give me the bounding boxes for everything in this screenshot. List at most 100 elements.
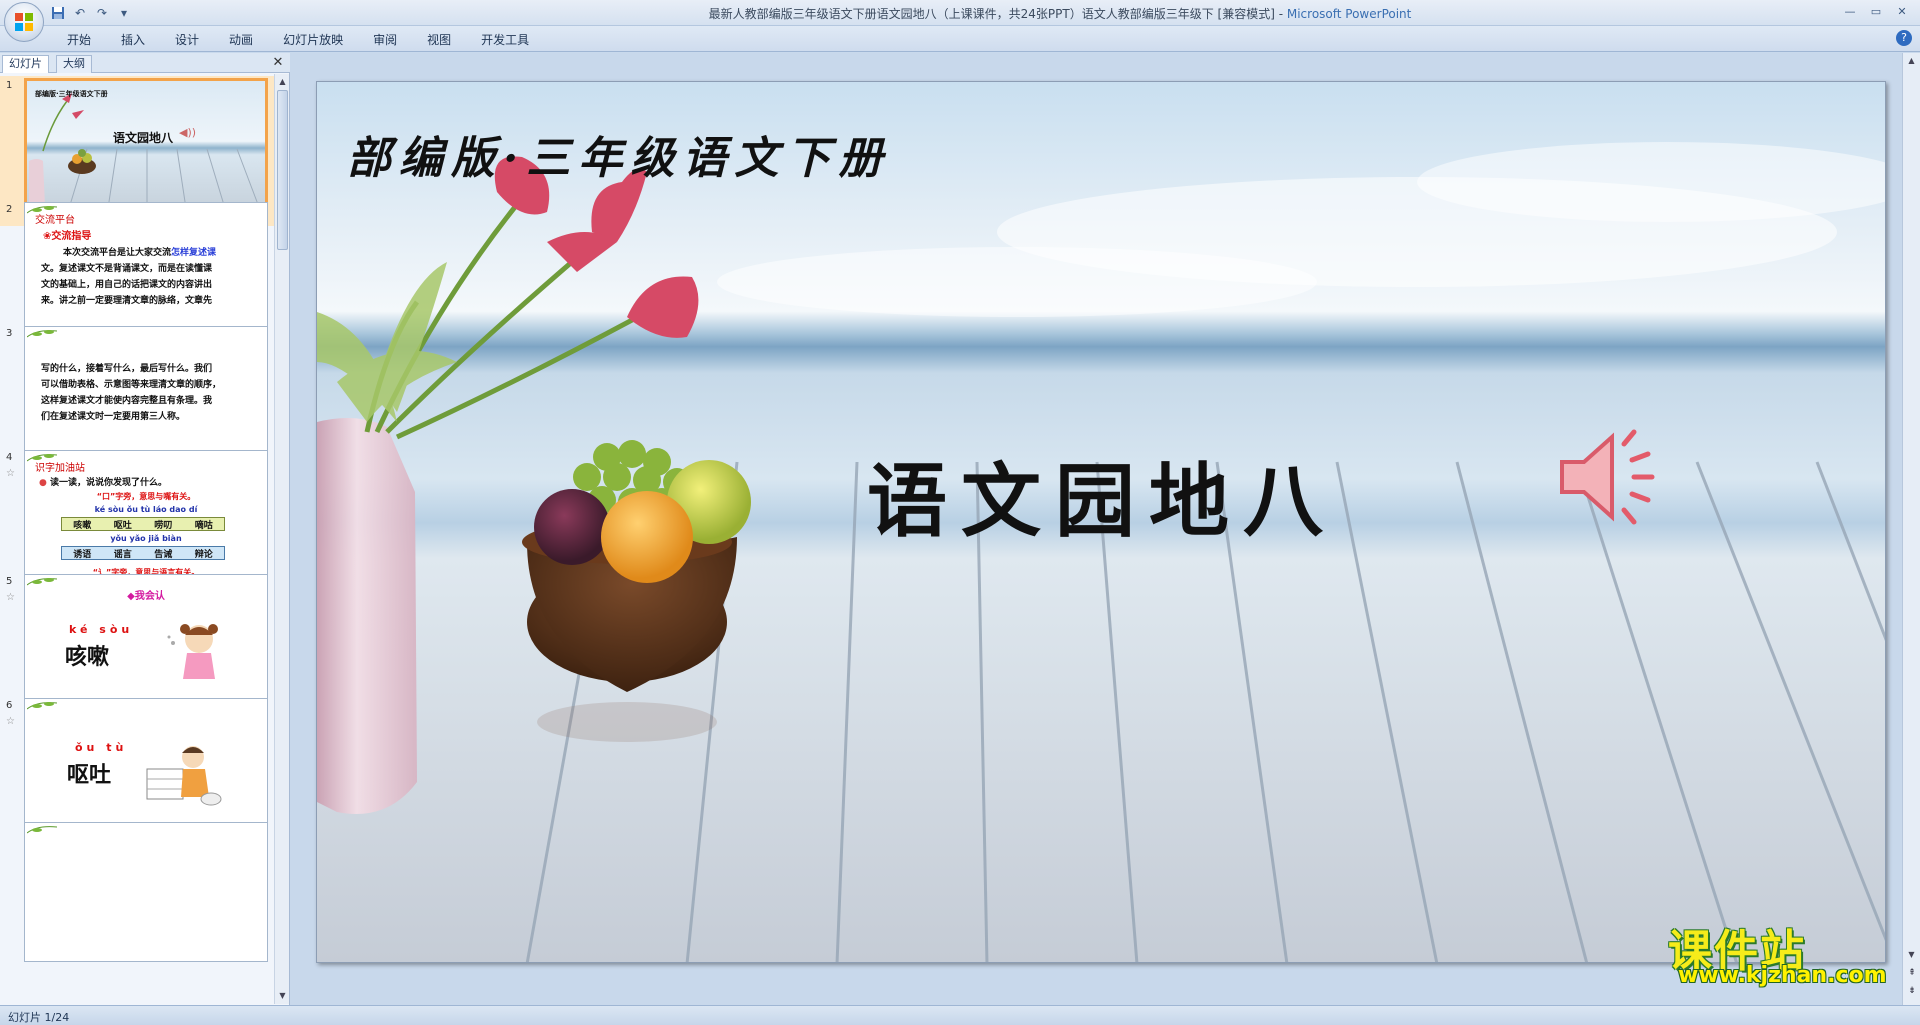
thumbnail-subheading: ❀交流指导 [43, 231, 92, 242]
tab-review[interactable]: 审阅 [358, 30, 412, 50]
child-illustration [146, 746, 222, 806]
close-icon[interactable]: ✕ [1890, 2, 1914, 20]
thumbnail-image [27, 81, 265, 215]
intro-text: 读一读，说说你发现了什么。 [50, 478, 168, 488]
slide-title[interactable]: 语文园地八 [867, 437, 1337, 553]
paragraph-line: 写的什么，接着写什么，最后写什么。我们 [41, 364, 213, 374]
tab-outline[interactable]: 大纲 [56, 55, 92, 73]
paragraph-line: 来。讲之前一定要理清文章的脉络，文章先 [41, 296, 213, 306]
slide-number: 3 [6, 328, 13, 339]
slide-number: 6 [6, 700, 13, 711]
app-name: Microsoft PowerPoint [1286, 7, 1412, 21]
slide-counter: 幻灯片 1/24 [8, 1011, 70, 1024]
word: 呕吐 [113, 521, 132, 531]
redo-icon[interactable]: ↷ [94, 5, 110, 21]
scroll-down-icon[interactable]: ▼ [277, 990, 288, 1002]
tab-slides[interactable]: 幻灯片 [2, 55, 49, 73]
girl-illustration [167, 624, 218, 679]
thumbnail-note: “口”字旁，意思与嘴有关。 [96, 492, 196, 501]
quick-access-toolbar: ↶ ↷ ▾ [50, 4, 132, 22]
thumbnail-intro: ● 读一读，说说你发现了什么。 [39, 475, 167, 488]
ribbon: 开始 插入 设计 动画 幻灯片放映 审阅 视图 开发工具 ? [0, 26, 1920, 52]
word: 唠叨 [154, 521, 173, 531]
tab-slideshow[interactable]: 幻灯片放映 [268, 30, 358, 50]
animation-star-icon: ☆ [6, 592, 15, 603]
scroll-up-icon[interactable]: ▲ [277, 76, 288, 88]
thumbnail-header: ◆我会认 [127, 591, 165, 602]
tab-design[interactable]: 设计 [160, 30, 214, 50]
scroll-thumb[interactable] [277, 90, 288, 250]
word: 嘀咕 [194, 521, 213, 531]
leaf-decoration-icon [27, 578, 57, 586]
thumbnail-preview: 识字加油站 ● 读一读，说说你发现了什么。 “口”字旁，意思与嘴有关。 ké s… [24, 450, 268, 590]
thumbnail-preview: 部编版·三年级语文下册 语文园地八 ◀)) [24, 78, 268, 218]
tab-view[interactable]: 视图 [412, 30, 466, 50]
thumbnail-pinyin: ké sòu ǒu tù láo dao dí [94, 505, 198, 514]
minimize-icon[interactable]: — [1838, 2, 1862, 20]
leaf-decoration-icon [27, 330, 57, 338]
slide-scrollbar[interactable]: ▲ ▼ ⇞ ⇟ [1902, 53, 1920, 1005]
slide-header-text[interactable]: 部编版·三年级语文下册 [347, 122, 890, 186]
paragraph-line: 本次交流平台是让大家交流怎样复述课 [63, 248, 217, 258]
paragraph-line: 们在复述课文时一定要用第三人称。 [41, 412, 186, 422]
animation-star-icon: ☆ [6, 716, 15, 727]
watermark-url: www.kjzhan.com [1678, 963, 1887, 988]
word: 告诫 [154, 550, 173, 560]
thumbnail-pinyin: ké sòu [69, 623, 134, 636]
next-slide-icon[interactable]: ⇟ [1906, 985, 1918, 997]
thumbnail-pinyin: ǒu tù [75, 741, 128, 754]
thumbnail-scrollbar[interactable]: ▲ ▼ [274, 74, 289, 1004]
window-title: 最新人教部编版三年级语文下册语文园地八（上课课件，共24张PPT）语文人教部编版… [400, 5, 1720, 22]
word: 谣言 [113, 550, 132, 560]
office-logo-icon [15, 13, 33, 31]
thumbnail-word: 呕吐 [67, 763, 112, 788]
tab-insert[interactable]: 插入 [106, 30, 160, 50]
thumbnail-paragraph: 本次交流平台是让大家交流怎样复述课 文。复述课文不是背诵课文，而是在读懂课 文的… [41, 245, 255, 309]
highlighted-phrase: 怎样复述课 [171, 248, 217, 258]
thumbnail-preview: 交流平台 ❀交流指导 本次交流平台是让大家交流怎样复述课 文。复述课文不是背诵课… [24, 202, 268, 342]
animation-star-icon: ☆ [6, 468, 15, 479]
thumbnail-preview: ǒu tù 呕吐 [24, 698, 268, 838]
word-box: 咳嗽 呕吐 唠叨 嘀咕 [61, 517, 225, 531]
scroll-down-icon[interactable]: ▼ [1906, 949, 1917, 961]
ribbon-tabs: 开始 插入 设计 动画 幻灯片放映 审阅 视图 开发工具 [52, 30, 544, 50]
slide-editing-area: 部编版·三年级语文下册 语文园地八 ▲ ▼ ⇞ ⇟ 课件站 www.kjzhan… [290, 53, 1920, 1005]
slide-thumbnail-7[interactable] [0, 820, 274, 970]
window-controls: — ▭ ✕ [1838, 2, 1914, 20]
thumbnail-preview: 写的什么，接着写什么，最后写什么。我们 可以借助表格、示意图等来理清文章的顺序，… [24, 326, 268, 466]
tab-developer[interactable]: 开发工具 [466, 30, 544, 50]
thumbnail-pinyin: yǒu yǎo jiǎ biàn [110, 534, 182, 543]
previous-slide-icon[interactable]: ⇞ [1906, 967, 1918, 979]
slide-number: 4 [6, 452, 13, 463]
maximize-icon[interactable]: ▭ [1864, 2, 1888, 20]
word: 咳嗽 [73, 521, 92, 531]
office-button[interactable] [4, 2, 44, 42]
tab-animations[interactable]: 动画 [214, 30, 268, 50]
speaker-icon[interactable] [1552, 422, 1662, 532]
close-icon[interactable]: ✕ [270, 55, 286, 71]
thumbnail-header: 部编版·三年级语文下册 [35, 90, 108, 98]
tab-home[interactable]: 开始 [52, 30, 106, 50]
slides-pane: 幻灯片 大纲 ✕ 1 部编版·三年级语文下册 语文园地八 ◀)) 2 交流平台 … [0, 53, 290, 1005]
paragraph-line: 这样复述课文才能使内容完整且有条理。我 [41, 396, 213, 406]
slide-number: 1 [6, 80, 13, 91]
save-icon[interactable] [50, 5, 66, 21]
leaf-decoration-icon [27, 826, 57, 834]
scroll-up-icon[interactable]: ▲ [1906, 55, 1917, 67]
dropdown-icon[interactable]: ▾ [116, 5, 132, 21]
word: 诱语 [73, 550, 92, 560]
thumbnail-preview [24, 822, 268, 962]
thumbnail-title: 语文园地八 [113, 131, 174, 145]
thumbnail-word: 咳嗽 [65, 645, 110, 670]
current-slide[interactable]: 部编版·三年级语文下册 语文园地八 [316, 81, 1886, 963]
thumbnail-header: 交流平台 [35, 215, 75, 226]
help-icon[interactable]: ? [1896, 30, 1912, 46]
word-box: 诱语 谣言 告诫 辩论 [61, 546, 225, 560]
speaker-icon: ◀)) [179, 126, 197, 139]
thumbnail-preview: ◆我会认 ké sòu 咳嗽 [24, 574, 268, 714]
bullet-icon: ● [39, 478, 47, 488]
undo-icon[interactable]: ↶ [72, 5, 88, 21]
document-title: 最新人教部编版三年级语文下册语文园地八（上课课件，共24张PPT）语文人教部编版… [708, 7, 1287, 21]
watermark-logo: 课件站 www.kjzhan.com [1668, 915, 1898, 988]
slide-number: 5 [6, 576, 13, 587]
